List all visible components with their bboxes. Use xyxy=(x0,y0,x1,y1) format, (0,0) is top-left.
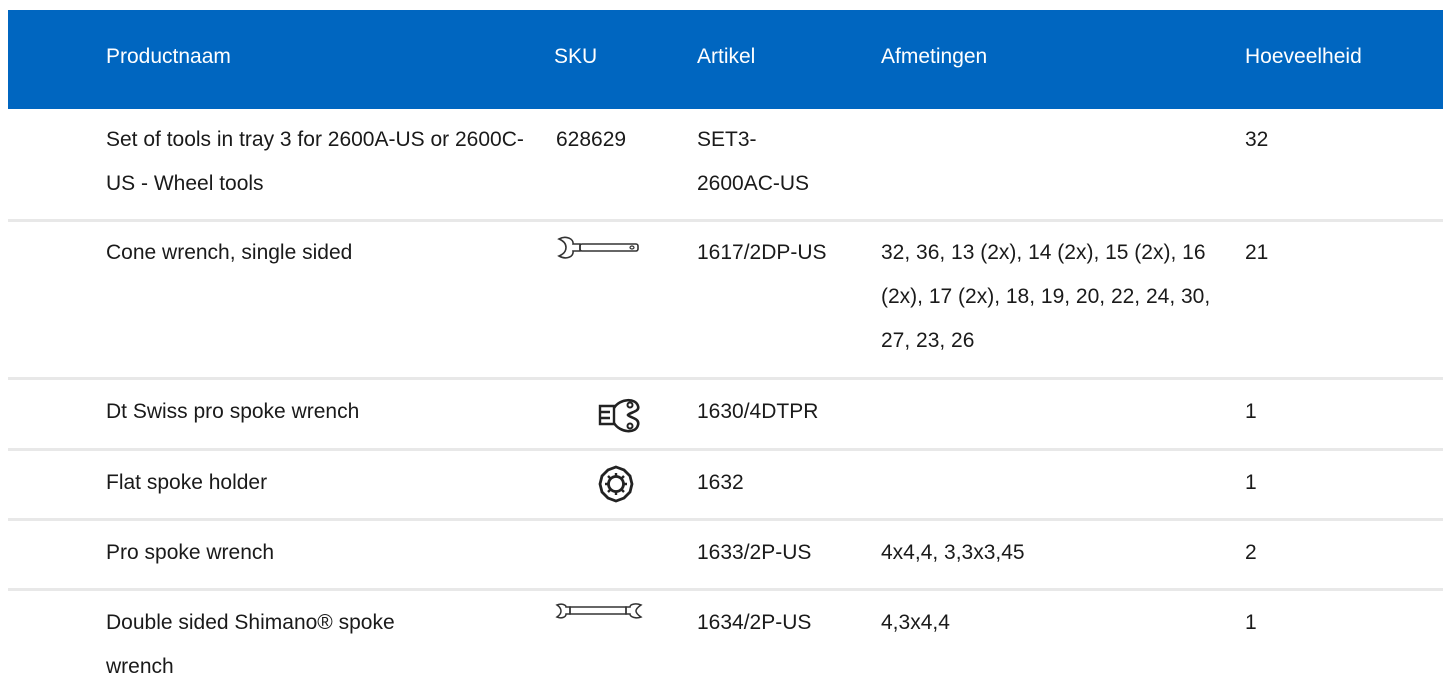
table-header: Productnaam SKU Artikel Afmetingen Hoeve… xyxy=(8,10,1443,109)
product-article: 1634/2P-US xyxy=(697,611,812,634)
product-name[interactable]: Cone wrench, single sided xyxy=(106,231,526,275)
product-article: 1630/4DTPR xyxy=(697,400,819,423)
product-dimensions: 4x4,4, 3,3x3,45 xyxy=(881,541,1025,564)
row-divider xyxy=(8,448,1443,451)
table-row: Dt Swiss pro spoke wrench 1630/4DTPR 1 xyxy=(8,390,1443,448)
product-sku: 628629 xyxy=(556,128,627,151)
row-divider xyxy=(8,588,1443,591)
table-row: Cone wrench, single sided 1617/2DP-US 32… xyxy=(8,231,1443,377)
row-divider xyxy=(8,377,1443,380)
product-quantity: 32 xyxy=(1245,128,1269,151)
header-hoeveelheid[interactable]: Hoeveelheid xyxy=(1245,45,1362,69)
table-row: Double sided Shimano® spoke wrench 1634/… xyxy=(8,601,1443,695)
product-name[interactable]: Pro spoke wrench xyxy=(106,531,526,575)
product-quantity: 1 xyxy=(1245,400,1257,423)
table-row: Pro spoke wrench 1633/2P-US 4x4,4, 3,3x3… xyxy=(8,531,1443,588)
product-name[interactable]: Set of tools in tray 3 for 2600A-US or 2… xyxy=(106,118,526,206)
product-quantity: 21 xyxy=(1245,241,1269,264)
product-name[interactable]: Dt Swiss pro spoke wrench xyxy=(106,390,526,434)
table-row: Set of tools in tray 3 for 2600A-US or 2… xyxy=(8,118,1443,219)
product-article: 1617/2DP-US xyxy=(697,241,827,264)
double-sided-spoke-wrench-icon xyxy=(554,601,644,621)
table-row: Flat spoke holder 1632 1 xyxy=(8,461,1443,518)
row-divider xyxy=(8,518,1443,521)
flat-spoke-holder-icon xyxy=(594,464,638,504)
product-name[interactable]: Flat spoke holder xyxy=(106,461,526,505)
product-dimensions: 4,3x4,4 xyxy=(881,611,950,634)
cone-wrench-icon xyxy=(556,235,642,261)
header-sku[interactable]: SKU xyxy=(554,45,597,69)
header-productnaam[interactable]: Productnaam xyxy=(106,45,231,69)
product-quantity: 1 xyxy=(1245,611,1257,634)
product-article: 1633/2P-US xyxy=(697,541,812,564)
product-quantity: 2 xyxy=(1245,541,1257,564)
product-quantity: 1 xyxy=(1245,471,1257,494)
product-dimensions: 32, 36, 13 (2x), 14 (2x), 15 (2x), 16 (2… xyxy=(881,241,1211,352)
product-article: SET3-2600AC-US xyxy=(697,128,810,195)
product-article: 1632 xyxy=(697,471,744,494)
row-divider xyxy=(8,219,1443,222)
header-afmetingen[interactable]: Afmetingen xyxy=(881,45,987,69)
product-table: Productnaam SKU Artikel Afmetingen Hoeve… xyxy=(8,10,1443,678)
header-artikel[interactable]: Artikel xyxy=(697,45,755,69)
dt-swiss-spoke-wrench-icon xyxy=(596,396,642,436)
product-name[interactable]: Double sided Shimano® spoke wrench xyxy=(106,601,466,689)
